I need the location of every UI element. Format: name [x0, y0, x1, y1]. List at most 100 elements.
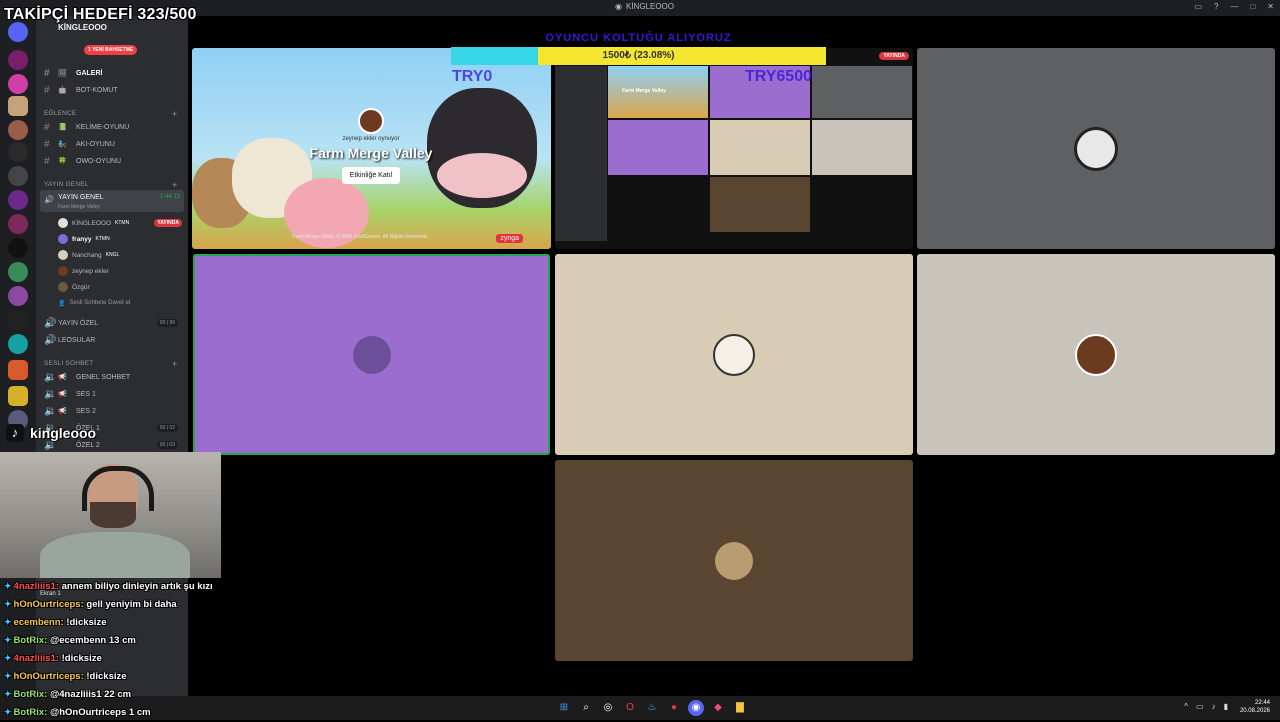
start-icon[interactable]: ⊞	[556, 700, 572, 716]
help-icon[interactable]: ?	[1214, 2, 1218, 11]
chevron-up-icon[interactable]: ^	[1184, 702, 1188, 711]
participant-tile-leo[interactable]	[917, 48, 1275, 249]
activity-card: zeynep ekler oynuyor Farm Merge Valley E…	[300, 104, 442, 194]
add-channel-icon[interactable]: +	[172, 109, 177, 119]
badge-icon: ✦	[4, 707, 12, 717]
server-icon[interactable]	[8, 120, 28, 140]
folder-icon[interactable]: ▇	[732, 700, 748, 716]
zynga-logo: zynga	[496, 234, 523, 243]
category-eglence[interactable]: EĞLENCE +	[44, 109, 177, 119]
opera-icon[interactable]: O	[622, 700, 638, 716]
network-icon[interactable]: ▭	[1196, 702, 1204, 711]
voice-user[interactable]: Nanchang KNGL	[58, 248, 182, 262]
channel-emoji: 🖼	[58, 70, 67, 77]
new-mention-badge[interactable]: 1 YENİ BAHSETME	[84, 45, 138, 55]
voice-channel-ses-2[interactable]: 🔉 📢 SES 2	[44, 404, 184, 418]
category-yayin-genel[interactable]: YAYIN GENEL +	[44, 180, 177, 190]
battery-icon[interactable]: ▮	[1224, 702, 1228, 711]
speaker-icon: 🔊	[44, 317, 57, 329]
channel-bot-komut[interactable]: # 🤖 BOT-KOMUT	[44, 83, 184, 97]
participant-tile-franyy[interactable]	[193, 254, 550, 455]
close-button[interactable]: ✕	[1267, 2, 1274, 11]
webcam-feed	[0, 452, 221, 578]
search-icon[interactable]: ⌕	[578, 700, 594, 716]
voice-channel-ses-1[interactable]: 🔉 📢 SES 1	[44, 387, 184, 401]
channel-kelime-oyunu[interactable]: # 📗 KELİME-OYUNU	[44, 120, 184, 134]
server-icon[interactable]	[8, 386, 28, 406]
voice-channel-genel-sohbet[interactable]: 🔉 📢 GENEL SOHBET	[44, 370, 184, 384]
speaker-emoji-icon: 📢	[58, 408, 67, 415]
hash-icon: #	[44, 155, 50, 167]
category-sesli-sohbet[interactable]: SESLİ SOHBET +	[44, 359, 177, 369]
record-icon[interactable]: ●	[666, 700, 682, 716]
server-icon[interactable]	[8, 334, 28, 354]
chat-message: ✦ BotRix: @hOnOurtriceps 1 cm	[4, 707, 151, 718]
screen-share-tile[interactable]: Farm Merge Valley YAYINDA TRY6500	[555, 48, 913, 249]
server-icon[interactable]	[8, 360, 28, 380]
join-activity-button[interactable]: Etkinliğe Katıl	[341, 167, 401, 184]
server-icon[interactable]	[8, 142, 28, 162]
discord-icon: ◉	[615, 2, 622, 11]
live-badge: YAYINDA	[154, 219, 182, 227]
channel-owo-oyunu[interactable]: # 🍀 OWO-OYUNU	[44, 154, 184, 168]
voice-user[interactable]: zeynep ekler	[58, 264, 182, 278]
hash-icon: #	[44, 67, 50, 79]
voice-user[interactable]: franyy KTMN	[58, 232, 182, 246]
server-icon[interactable]	[8, 190, 28, 210]
voice-channel-yayin-ozel[interactable]: 🔊 YAYIN ÖZEL 00 | 99	[44, 316, 184, 330]
server-icon[interactable]	[8, 22, 28, 42]
server-icon[interactable]	[8, 214, 28, 234]
speaker-emoji-icon: 📢	[58, 374, 67, 381]
voice-user[interactable]: Özgür	[58, 280, 182, 294]
guild-name: KİNGLEOOO	[58, 23, 107, 32]
minimize-button[interactable]: —	[1230, 2, 1238, 11]
volume-icon[interactable]: ♪	[1212, 702, 1216, 711]
discord-icon[interactable]: ◉	[688, 700, 704, 716]
steam-icon[interactable]: ♨	[644, 700, 660, 716]
server-icon[interactable]	[8, 50, 28, 70]
server-icon[interactable]	[8, 96, 28, 116]
chat-message: ✦ 4nazliiis1: annem biliyo dinleyin artık…	[4, 581, 213, 592]
follower-goal-overlay: TAKİPÇİ HEDEFİ 323/500	[4, 6, 197, 23]
participant-tile-zeynep[interactable]	[917, 254, 1275, 455]
server-icon[interactable]	[8, 286, 28, 306]
user-count: 00 | 02	[156, 424, 178, 432]
add-channel-icon[interactable]: +	[172, 359, 177, 369]
participant-tile-ozgur[interactable]	[555, 460, 913, 661]
app-icon[interactable]: ◆	[710, 700, 726, 716]
inbox-icon[interactable]: ▭	[1194, 2, 1202, 11]
invite-to-voice[interactable]: 👤 Sesli Sohbete Davet et	[58, 296, 182, 310]
clock[interactable]: 22:44 20.08.2026	[1240, 699, 1270, 715]
voice-channel-yayin-genel[interactable]: 🔊 YAYIN GENEL Farm Merge Valley 1:44:13	[40, 190, 184, 212]
voice-channel-leosular[interactable]: 🔊 LEOSULAR	[44, 333, 184, 347]
avatar	[358, 108, 384, 134]
avatar	[713, 333, 755, 376]
avatar	[715, 541, 753, 580]
server-icon[interactable]	[8, 238, 28, 258]
channel-emoji: 📗	[58, 124, 67, 131]
voice-user[interactable]: KİNGLEOOO KTMN YAYINDA	[58, 216, 182, 230]
tiktok-icon: ♪	[6, 424, 24, 442]
headphones	[82, 466, 154, 511]
speaker-icon: 🔉	[44, 371, 57, 383]
avatar	[1074, 126, 1118, 171]
chrome-icon[interactable]: ◎	[600, 700, 616, 716]
user-count: 00 | 99	[156, 319, 178, 327]
channel-aki-oyunu[interactable]: # 🧞 AKI-OYUNU	[44, 137, 184, 151]
tiktok-username: kingleooo	[30, 425, 97, 441]
badge-icon: ✦	[4, 635, 12, 645]
badge-icon: ✦	[4, 653, 12, 663]
server-icon[interactable]	[8, 166, 28, 186]
add-channel-icon[interactable]: +	[172, 180, 177, 190]
chat-message: ✦ 4nazliiis1: !dicksize	[4, 653, 102, 664]
server-icon[interactable]	[8, 310, 28, 330]
speaker-icon: 🔉	[44, 388, 57, 400]
participant-tile-nanchang[interactable]	[555, 254, 913, 455]
maximize-button[interactable]: □	[1250, 2, 1255, 11]
avatar	[58, 282, 68, 292]
channel-galeri[interactable]: # 🖼 GALERİ	[44, 66, 184, 80]
server-icon[interactable]	[8, 262, 28, 282]
activity-tile[interactable]: zeynep ekler oynuyor Farm Merge Valley E…	[192, 48, 551, 249]
speaker-icon: 🔊	[44, 334, 57, 346]
server-icon[interactable]	[8, 74, 28, 94]
